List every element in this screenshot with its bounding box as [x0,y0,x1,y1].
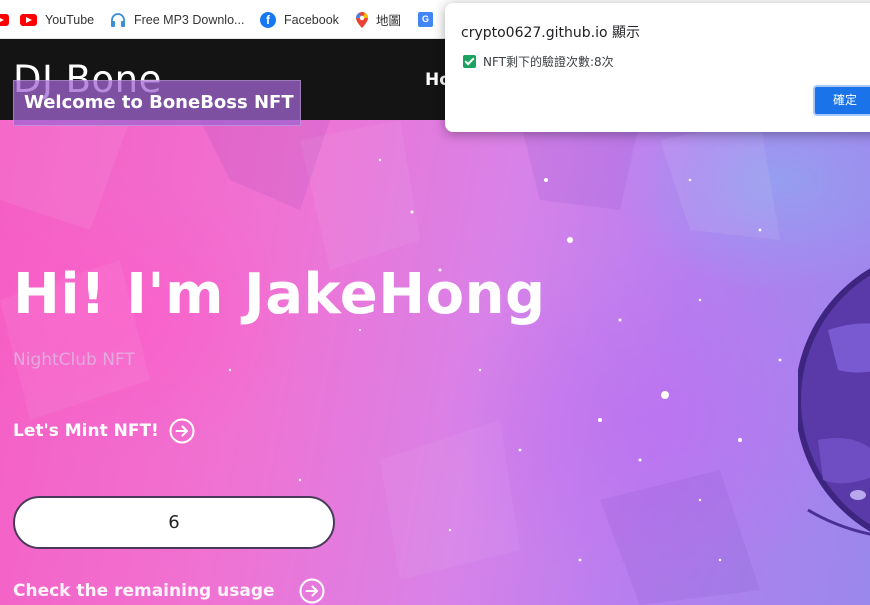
youtube-icon [20,13,37,26]
alert-message: NFT剩下的驗證次數:8次 [483,55,614,69]
welcome-badge: Welcome to BoneBoss NFT [13,80,301,126]
check-remaining-usage-link[interactable]: Check the remaining usage [13,578,325,604]
bookmark-youtube-partial[interactable] [0,0,17,39]
bookmark-label: YouTube [45,12,95,27]
bookmark-free-mp3[interactable]: Free MP3 Downlo... [110,0,244,39]
bookmark-label: Facebook [284,12,339,27]
hero-title: Hi! I'm JakeHong [13,262,546,327]
bookmark-label: 地圖 [376,14,402,28]
alert-title: crypto0627.github.io 顯示 [461,25,641,41]
arrow-right-circle-icon [299,578,325,604]
headphones-icon [111,12,125,27]
ok-button[interactable]: 確定 [813,85,870,116]
planet-graphic [798,268,870,536]
mint-nft-link[interactable]: Let's Mint NFT! [13,418,195,444]
bookmark-translate[interactable]: G [418,0,441,39]
checkbox-checked-icon[interactable] [463,55,476,68]
bookmark-facebook[interactable]: f Facebook [260,0,339,39]
usage-count-input[interactable]: 6 [13,496,335,549]
arrow-right-circle-icon [169,418,195,444]
youtube-icon [0,13,9,26]
bookmark-youtube[interactable]: YouTube [20,0,94,39]
facebook-icon: f [260,11,276,28]
translate-icon: G [418,12,433,27]
usage-count-value: 6 [168,512,180,533]
maps-pin-icon [356,11,368,28]
mint-nft-label: Let's Mint NFT! [13,421,159,441]
bookmark-label: Free MP3 Downlo... [134,12,245,27]
hero-subtitle: NightClub NFT [13,350,135,370]
bookmark-maps[interactable]: 地圖 [356,0,401,39]
check-remaining-label: Check the remaining usage [13,581,275,601]
alert-checkbox-row[interactable]: NFT剩下的驗證次數:8次 [463,53,614,70]
alert-dialog: crypto0627.github.io 顯示 NFT剩下的驗證次數:8次 確定 [445,3,870,132]
